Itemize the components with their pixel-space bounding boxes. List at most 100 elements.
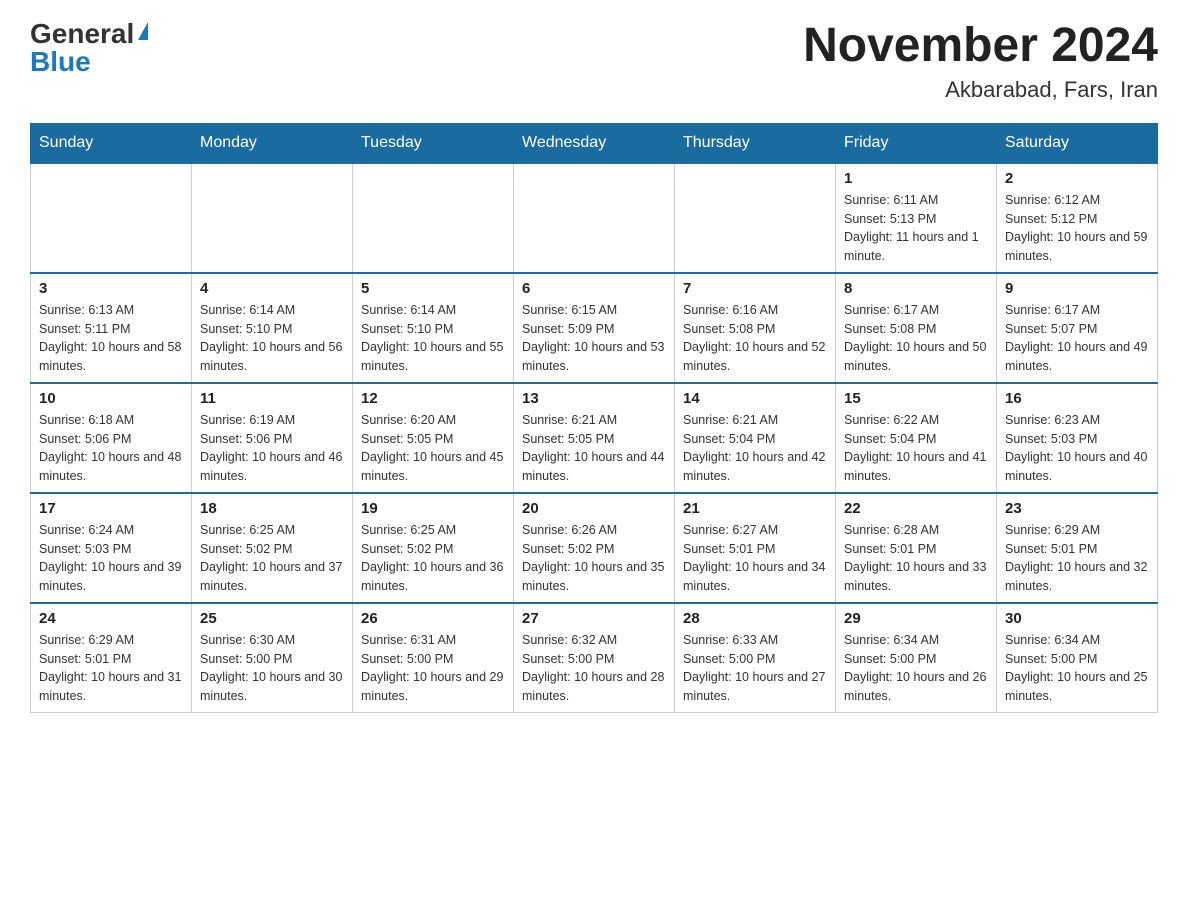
- header-sunday: Sunday: [31, 123, 192, 163]
- table-row: 4 Sunrise: 6:14 AMSunset: 5:10 PMDaylight…: [192, 273, 353, 383]
- table-row: 14 Sunrise: 6:21 AMSunset: 5:04 PMDayligh…: [675, 383, 836, 493]
- day-info: Sunrise: 6:14 AMSunset: 5:10 PMDaylight:…: [361, 301, 505, 376]
- day-number: 3: [39, 280, 183, 297]
- day-number: 1: [844, 170, 988, 187]
- day-info: Sunrise: 6:33 AMSunset: 5:00 PMDaylight:…: [683, 631, 827, 706]
- day-number: 14: [683, 390, 827, 407]
- table-row: 11 Sunrise: 6:19 AMSunset: 5:06 PMDayligh…: [192, 383, 353, 493]
- day-info: Sunrise: 6:28 AMSunset: 5:01 PMDaylight:…: [844, 521, 988, 596]
- day-info: Sunrise: 6:25 AMSunset: 5:02 PMDaylight:…: [200, 521, 344, 596]
- table-row: 17 Sunrise: 6:24 AMSunset: 5:03 PMDayligh…: [31, 493, 192, 603]
- calendar-subtitle: Akbarabad, Fars, Iran: [803, 77, 1158, 103]
- day-number: 13: [522, 390, 666, 407]
- header-tuesday: Tuesday: [353, 123, 514, 163]
- day-info: Sunrise: 6:22 AMSunset: 5:04 PMDaylight:…: [844, 411, 988, 486]
- table-row: 15 Sunrise: 6:22 AMSunset: 5:04 PMDayligh…: [836, 383, 997, 493]
- day-info: Sunrise: 6:19 AMSunset: 5:06 PMDaylight:…: [200, 411, 344, 486]
- table-row: 5Sunrise: 6:14 AMSunset: 5:10 PMDaylight…: [353, 273, 514, 383]
- table-row: 6Sunrise: 6:15 AMSunset: 5:09 PMDaylight…: [514, 273, 675, 383]
- table-row: 26 Sunrise: 6:31 AMSunset: 5:00 PMDayligh…: [353, 603, 514, 713]
- table-row: 19 Sunrise: 6:25 AMSunset: 5:02 PMDayligh…: [353, 493, 514, 603]
- table-row: 29 Sunrise: 6:34 AMSunset: 5:00 PMDayligh…: [836, 603, 997, 713]
- day-number: 25: [200, 610, 344, 627]
- day-info: Sunrise: 6:17 AMSunset: 5:07 PMDaylight:…: [1005, 301, 1149, 376]
- day-number: 2: [1005, 170, 1149, 187]
- day-number: 18: [200, 500, 344, 517]
- day-number: 12: [361, 390, 505, 407]
- day-info: Sunrise: 6:31 AMSunset: 5:00 PMDaylight:…: [361, 631, 505, 706]
- header-friday: Friday: [836, 123, 997, 163]
- table-row: 30Sunrise: 6:34 AMSunset: 5:00 PMDayligh…: [997, 603, 1158, 713]
- day-info: Sunrise: 6:13 AMSunset: 5:11 PMDaylight:…: [39, 301, 183, 376]
- calendar-week-row: 3 Sunrise: 6:13 AMSunset: 5:11 PMDaylight…: [31, 273, 1158, 383]
- calendar-week-row: 24Sunrise: 6:29 AMSunset: 5:01 PMDayligh…: [31, 603, 1158, 713]
- day-info: Sunrise: 6:34 AMSunset: 5:00 PMDaylight:…: [844, 631, 988, 706]
- day-number: 23: [1005, 500, 1149, 517]
- table-row: 7 Sunrise: 6:16 AMSunset: 5:08 PMDaylight…: [675, 273, 836, 383]
- day-info: Sunrise: 6:14 AMSunset: 5:10 PMDaylight:…: [200, 301, 344, 376]
- table-row: 10 Sunrise: 6:18 AMSunset: 5:06 PMDayligh…: [31, 383, 192, 493]
- day-number: 9: [1005, 280, 1149, 297]
- day-number: 8: [844, 280, 988, 297]
- logo-general-text: General: [30, 20, 134, 48]
- day-info: Sunrise: 6:20 AMSunset: 5:05 PMDaylight:…: [361, 411, 505, 486]
- day-number: 19: [361, 500, 505, 517]
- day-number: 26: [361, 610, 505, 627]
- table-row: [192, 163, 353, 273]
- day-number: 10: [39, 390, 183, 407]
- table-row: 3 Sunrise: 6:13 AMSunset: 5:11 PMDaylight…: [31, 273, 192, 383]
- day-info: Sunrise: 6:29 AMSunset: 5:01 PMDaylight:…: [1005, 521, 1149, 596]
- title-block: November 2024 Akbarabad, Fars, Iran: [803, 20, 1158, 103]
- day-number: 15: [844, 390, 988, 407]
- day-info: Sunrise: 6:12 AMSunset: 5:12 PMDaylight:…: [1005, 191, 1149, 266]
- header-wednesday: Wednesday: [514, 123, 675, 163]
- table-row: 24Sunrise: 6:29 AMSunset: 5:01 PMDayligh…: [31, 603, 192, 713]
- day-info: Sunrise: 6:21 AMSunset: 5:05 PMDaylight:…: [522, 411, 666, 486]
- table-row: 12 Sunrise: 6:20 AMSunset: 5:05 PMDayligh…: [353, 383, 514, 493]
- table-row: 22 Sunrise: 6:28 AMSunset: 5:01 PMDayligh…: [836, 493, 997, 603]
- day-number: 29: [844, 610, 988, 627]
- table-row: 2 Sunrise: 6:12 AMSunset: 5:12 PMDaylight…: [997, 163, 1158, 273]
- logo-blue-text: Blue: [30, 48, 91, 76]
- day-info: Sunrise: 6:11 AMSunset: 5:13 PMDaylight:…: [844, 191, 988, 266]
- day-info: Sunrise: 6:21 AMSunset: 5:04 PMDaylight:…: [683, 411, 827, 486]
- table-row: 1 Sunrise: 6:11 AMSunset: 5:13 PMDaylight…: [836, 163, 997, 273]
- day-number: 7: [683, 280, 827, 297]
- table-row: 13 Sunrise: 6:21 AMSunset: 5:05 PMDayligh…: [514, 383, 675, 493]
- day-number: 24: [39, 610, 183, 627]
- day-info: Sunrise: 6:17 AMSunset: 5:08 PMDaylight:…: [844, 301, 988, 376]
- day-info: Sunrise: 6:24 AMSunset: 5:03 PMDaylight:…: [39, 521, 183, 596]
- day-number: 28: [683, 610, 827, 627]
- day-info: Sunrise: 6:18 AMSunset: 5:06 PMDaylight:…: [39, 411, 183, 486]
- day-number: 22: [844, 500, 988, 517]
- day-info: Sunrise: 6:32 AMSunset: 5:00 PMDaylight:…: [522, 631, 666, 706]
- page-header: General Blue November 2024 Akbarabad, Fa…: [30, 20, 1158, 103]
- calendar-week-row: 1 Sunrise: 6:11 AMSunset: 5:13 PMDaylight…: [31, 163, 1158, 273]
- header-thursday: Thursday: [675, 123, 836, 163]
- day-info: Sunrise: 6:25 AMSunset: 5:02 PMDaylight:…: [361, 521, 505, 596]
- day-info: Sunrise: 6:16 AMSunset: 5:08 PMDaylight:…: [683, 301, 827, 376]
- table-row: 28 Sunrise: 6:33 AMSunset: 5:00 PMDayligh…: [675, 603, 836, 713]
- table-row: [31, 163, 192, 273]
- calendar-table: Sunday Monday Tuesday Wednesday Thursday…: [30, 123, 1158, 713]
- logo: General Blue: [30, 20, 148, 76]
- header-saturday: Saturday: [997, 123, 1158, 163]
- day-number: 11: [200, 390, 344, 407]
- table-row: [353, 163, 514, 273]
- calendar-week-row: 10 Sunrise: 6:18 AMSunset: 5:06 PMDayligh…: [31, 383, 1158, 493]
- table-row: 27 Sunrise: 6:32 AMSunset: 5:00 PMDayligh…: [514, 603, 675, 713]
- table-row: 8 Sunrise: 6:17 AMSunset: 5:08 PMDaylight…: [836, 273, 997, 383]
- day-number: 17: [39, 500, 183, 517]
- day-info: Sunrise: 6:27 AMSunset: 5:01 PMDaylight:…: [683, 521, 827, 596]
- table-row: 9 Sunrise: 6:17 AMSunset: 5:07 PMDaylight…: [997, 273, 1158, 383]
- table-row: 20Sunrise: 6:26 AMSunset: 5:02 PMDayligh…: [514, 493, 675, 603]
- header-monday: Monday: [192, 123, 353, 163]
- table-row: [675, 163, 836, 273]
- table-row: 18 Sunrise: 6:25 AMSunset: 5:02 PMDayligh…: [192, 493, 353, 603]
- table-row: 25Sunrise: 6:30 AMSunset: 5:00 PMDayligh…: [192, 603, 353, 713]
- table-row: 23 Sunrise: 6:29 AMSunset: 5:01 PMDayligh…: [997, 493, 1158, 603]
- day-number: 30: [1005, 610, 1149, 627]
- day-number: 27: [522, 610, 666, 627]
- calendar-week-row: 17 Sunrise: 6:24 AMSunset: 5:03 PMDayligh…: [31, 493, 1158, 603]
- day-number: 4: [200, 280, 344, 297]
